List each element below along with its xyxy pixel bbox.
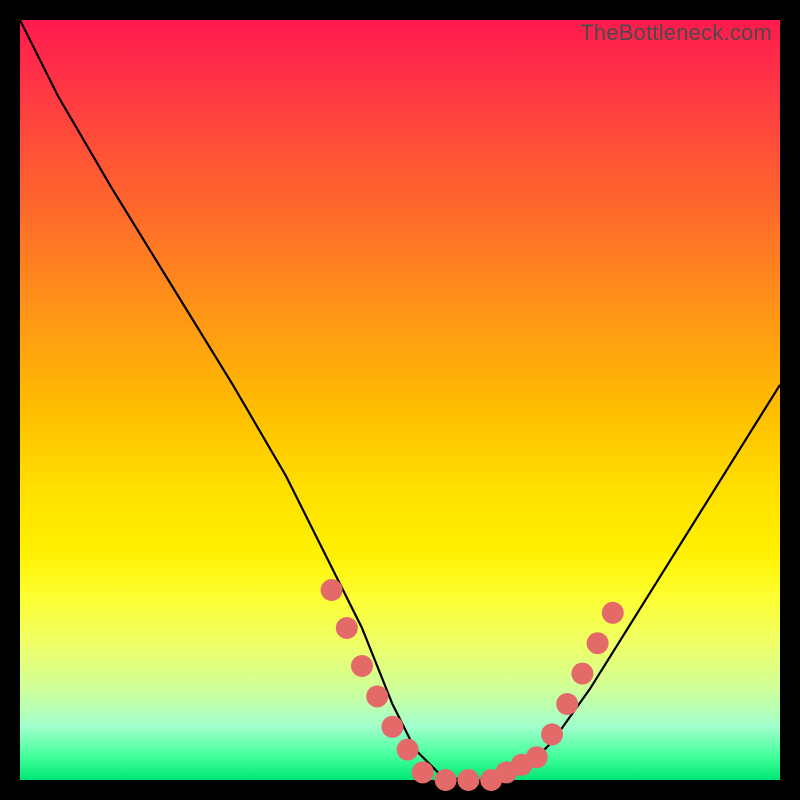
highlight-dot [571, 663, 593, 685]
highlight-dot [602, 602, 624, 624]
highlight-dot [412, 761, 434, 783]
highlight-dot [336, 617, 358, 639]
highlight-dot [351, 655, 373, 677]
highlight-dot [381, 716, 403, 738]
highlight-dot [435, 769, 457, 791]
highlight-dot [526, 746, 548, 768]
highlight-dot [397, 739, 419, 761]
bottleneck-curve-path [20, 20, 780, 780]
chart-canvas: TheBottleneck.com [20, 20, 780, 780]
highlight-dots [321, 579, 624, 791]
highlight-dot [587, 632, 609, 654]
chart-svg [20, 20, 780, 780]
highlight-dot [366, 685, 388, 707]
highlight-dot [457, 769, 479, 791]
watermark-text: TheBottleneck.com [580, 20, 772, 46]
highlight-dot [321, 579, 343, 601]
highlight-dot [556, 693, 578, 715]
highlight-dot [541, 723, 563, 745]
